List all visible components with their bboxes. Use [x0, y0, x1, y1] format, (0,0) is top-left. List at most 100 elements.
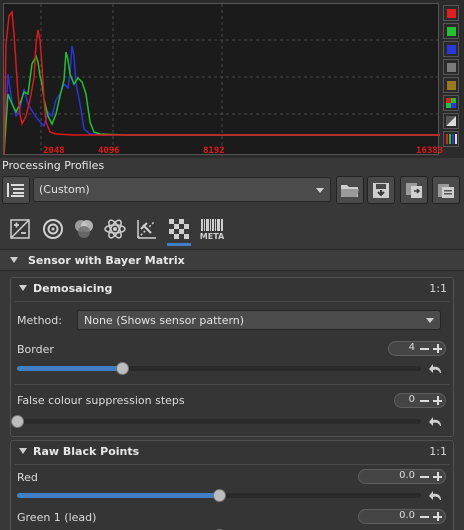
border-label: Border	[17, 343, 54, 356]
plus-icon[interactable]	[432, 471, 443, 482]
save-icon	[373, 183, 389, 198]
copy-icon	[406, 183, 422, 198]
false-colour-spinner[interactable]: 0	[394, 393, 446, 408]
tab-advanced[interactable]	[101, 214, 129, 244]
barcode-icon	[201, 218, 223, 231]
chroma-swatch-icon	[447, 81, 456, 90]
tab-metadata[interactable]: META	[198, 214, 226, 244]
profile-select-value: (Custom)	[39, 183, 90, 196]
processing-profiles-title: Processing Profiles	[2, 159, 105, 172]
border-spinner[interactable]: 4	[388, 341, 446, 356]
plus-icon[interactable]	[432, 395, 443, 406]
pointer-rgb-button[interactable]	[443, 131, 459, 147]
green1-value: 0.0	[399, 510, 415, 521]
red-slider-knob[interactable]	[213, 489, 226, 502]
tab-raw[interactable]	[165, 214, 193, 246]
tool-panel: Sensor with Bayer Matrix Demosaicing 1:1…	[0, 249, 464, 530]
expander-icon	[19, 285, 27, 291]
raw-black-points-ratio: 1:1	[429, 445, 447, 458]
false-colour-slider[interactable]	[11, 415, 421, 428]
minus-icon[interactable]	[420, 348, 429, 350]
tab-color[interactable]	[70, 214, 98, 244]
paste-icon	[438, 184, 454, 198]
tab-transform[interactable]	[133, 214, 161, 244]
tab-exposure[interactable]	[6, 214, 34, 244]
demosaicing-ratio: 1:1	[429, 282, 447, 295]
raw-histogram-button[interactable]	[443, 95, 459, 111]
raw-black-points-title: Raw Black Points	[33, 445, 140, 458]
exposure-icon	[10, 219, 30, 239]
minus-icon[interactable]	[420, 516, 429, 518]
green1-spinner[interactable]: 0.0	[358, 509, 446, 524]
border-slider-fill	[17, 366, 123, 371]
histogram-panel: 2048 4096 8192 16383	[0, 0, 464, 158]
false-colour-slider-knob[interactable]	[11, 415, 24, 428]
false-colour-value: 0	[408, 394, 415, 405]
histogram-tick: 2048	[43, 146, 65, 156]
red-slider[interactable]	[17, 489, 421, 502]
undo-icon[interactable]	[429, 490, 443, 502]
blue-swatch-icon	[447, 45, 456, 54]
demosaicing-header[interactable]: Demosaicing 1:1	[11, 278, 453, 300]
chroma-button[interactable]	[443, 77, 459, 93]
color-circles-icon	[75, 220, 93, 238]
meta-label: META	[199, 231, 225, 241]
plus-icon[interactable]	[432, 511, 443, 522]
divider	[15, 301, 449, 302]
luminance-button[interactable]	[443, 59, 459, 75]
histogram-tick: 4096	[98, 146, 120, 156]
expander-icon	[10, 257, 18, 263]
histogram-toolbar	[442, 3, 462, 153]
divider	[15, 384, 449, 385]
red-value: 0.0	[399, 470, 415, 481]
red-spinner[interactable]: 0.0	[358, 469, 446, 484]
demosaicing-title: Demosaicing	[33, 282, 113, 295]
bar-mode-button[interactable]	[443, 113, 459, 129]
list-icon	[7, 183, 24, 197]
profile-select[interactable]: (Custom)	[33, 177, 331, 202]
border-value: 4	[408, 342, 415, 353]
chevron-down-icon	[426, 318, 434, 323]
border-slider-knob[interactable]	[116, 362, 130, 375]
red-slider-fill	[17, 493, 219, 498]
chevron-down-icon	[316, 188, 324, 193]
tool-tabs: META	[0, 210, 464, 248]
undo-icon[interactable]	[429, 363, 443, 375]
save-profile-button[interactable]	[367, 176, 395, 204]
blue-channel-button[interactable]	[443, 41, 459, 57]
transform-icon	[137, 220, 156, 239]
expander-icon	[19, 448, 27, 454]
minus-icon[interactable]	[420, 476, 429, 478]
green1-label: Green 1 (lead)	[17, 511, 97, 524]
demosaic-method-value: None (Shows sensor pattern)	[84, 314, 245, 327]
undo-icon[interactable]	[429, 416, 443, 428]
detail-icon	[43, 219, 63, 239]
histogram-graph	[4, 4, 440, 156]
profiles-toolbar: (Custom)	[0, 176, 464, 206]
sensor-bayer-title: Sensor with Bayer Matrix	[28, 254, 185, 267]
red-channel-button[interactable]	[443, 5, 459, 21]
raw-bayer-icon	[446, 98, 456, 108]
copy-profile-button[interactable]	[400, 176, 428, 204]
histogram-tick: 8192	[203, 146, 225, 156]
histogram-plot: 2048 4096 8192 16383	[3, 3, 443, 156]
rgb-bars-icon	[446, 134, 457, 144]
open-profile-button[interactable]	[336, 176, 364, 204]
plus-icon[interactable]	[432, 343, 443, 354]
linear-log-icon	[446, 116, 456, 126]
profile-list-button[interactable]	[2, 176, 30, 204]
tab-detail[interactable]	[39, 214, 67, 244]
raw-black-points-panel: Raw Black Points 1:1 Red 0.0 Green 1 (le…	[10, 440, 454, 530]
paste-profile-button[interactable]	[432, 176, 460, 204]
sensor-bayer-header[interactable]: Sensor with Bayer Matrix	[0, 249, 464, 271]
minus-icon[interactable]	[420, 400, 429, 402]
demosaic-method-select[interactable]: None (Shows sensor pattern)	[77, 310, 441, 330]
green-channel-button[interactable]	[443, 23, 459, 39]
red-label: Red	[17, 471, 38, 484]
method-label: Method:	[17, 314, 62, 327]
green-swatch-icon	[447, 27, 456, 36]
border-slider[interactable]	[17, 362, 421, 375]
histogram-tick: 16383	[416, 146, 444, 156]
raw-black-points-header[interactable]: Raw Black Points 1:1	[11, 441, 453, 463]
divider	[15, 464, 449, 465]
